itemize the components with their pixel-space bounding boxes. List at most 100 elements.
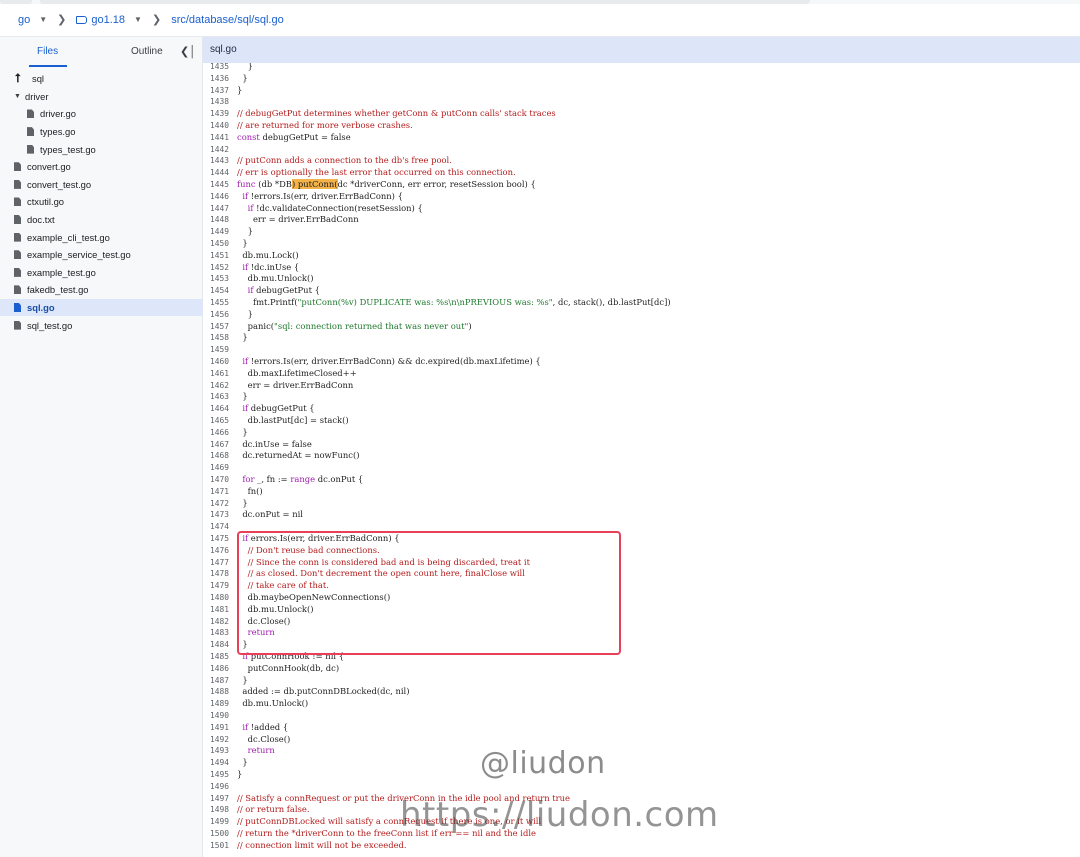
line-number[interactable]: 1447 <box>210 203 234 215</box>
file-tree-item[interactable]: ⭡ sql <box>0 70 203 88</box>
file-tree-item[interactable]: driver.go <box>0 105 203 123</box>
file-tree-item[interactable]: example_cli_test.go <box>0 228 203 246</box>
line-number[interactable]: 1461 <box>210 368 234 380</box>
line-number[interactable]: 1442 <box>210 144 234 156</box>
line-number[interactable]: 1500 <box>210 828 234 840</box>
code-token: !added { <box>248 721 289 732</box>
line-number[interactable]: 1456 <box>210 309 234 321</box>
file-tree-item[interactable]: ▼ driver <box>0 88 203 106</box>
line-number[interactable]: 1487 <box>210 675 234 687</box>
line-number[interactable]: 1480 <box>210 592 234 604</box>
file-icon <box>14 197 21 207</box>
line-number[interactable]: 1440 <box>210 120 234 132</box>
line-number[interactable]: 1470 <box>210 474 234 486</box>
tab-files[interactable]: Files <box>37 46 58 57</box>
line-number[interactable]: 1472 <box>210 498 234 510</box>
line-number[interactable]: 1451 <box>210 250 234 262</box>
line-number[interactable]: 1491 <box>210 722 234 734</box>
line-number[interactable]: 1468 <box>210 450 234 462</box>
line-number[interactable]: 1473 <box>210 509 234 521</box>
line-number[interactable]: 1449 <box>210 226 234 238</box>
file-tree-item[interactable]: ctxutil.go <box>0 193 203 211</box>
line-number[interactable]: 1496 <box>210 781 234 793</box>
line-number[interactable]: 1457 <box>210 321 234 333</box>
line-number[interactable]: 1466 <box>210 427 234 439</box>
line-number[interactable]: 1439 <box>210 108 234 120</box>
file-tree-item[interactable]: sql_test.go <box>0 316 203 334</box>
line-number[interactable]: 1437 <box>210 85 234 97</box>
code-token: fn() <box>237 485 263 496</box>
file-tree-item[interactable]: fakedb_test.go <box>0 281 203 299</box>
line-number[interactable]: 1477 <box>210 557 234 569</box>
line-number[interactable]: 1501 <box>210 840 234 852</box>
line-number[interactable]: 1464 <box>210 403 234 415</box>
file-tree-item[interactable]: types_test.go <box>0 140 203 158</box>
line-number[interactable]: 1471 <box>210 486 234 498</box>
line-number[interactable]: 1499 <box>210 816 234 828</box>
line-number[interactable]: 1444 <box>210 167 234 179</box>
code-view[interactable]: 1435 } 1436 } 1437} 1438 1439// debugGetPut … <box>203 63 1080 857</box>
line-number[interactable]: 1474 <box>210 521 234 533</box>
editor-file-tab[interactable]: sql.go <box>203 37 1080 63</box>
line-number[interactable]: 1448 <box>210 214 234 226</box>
line-number[interactable]: 1481 <box>210 604 234 616</box>
line-number[interactable]: 1489 <box>210 698 234 710</box>
line-number[interactable]: 1483 <box>210 627 234 639</box>
line-number[interactable]: 1478 <box>210 568 234 580</box>
code-token: db.lastPut[dc] = stack() <box>237 415 349 425</box>
file-tree-item[interactable]: convert_test.go <box>0 176 203 194</box>
line-number[interactable]: 1441 <box>210 132 234 144</box>
line-number[interactable]: 1458 <box>210 332 234 344</box>
line-number[interactable]: 1443 <box>210 155 234 167</box>
line-number[interactable]: 1435 <box>210 63 234 73</box>
breadcrumb-version[interactable]: go1.18 <box>91 14 125 26</box>
line-number[interactable]: 1462 <box>210 380 234 392</box>
file-tree-item[interactable]: doc.txt <box>0 211 203 229</box>
line-number[interactable]: 1452 <box>210 262 234 274</box>
line-number[interactable]: 1482 <box>210 616 234 628</box>
line-number[interactable]: 1463 <box>210 391 234 403</box>
line-number[interactable]: 1436 <box>210 73 234 85</box>
breadcrumb-repo[interactable]: go <box>18 14 30 26</box>
line-number[interactable]: 1498 <box>210 804 234 816</box>
line-number[interactable]: 1495 <box>210 769 234 781</box>
collapse-panel-icon[interactable]: ❮│ <box>180 45 196 58</box>
line-number[interactable]: 1438 <box>210 96 234 108</box>
file-sidebar: Files Outline ❮│ ⭡ sql ▼ driver driver.go typ… <box>0 37 203 857</box>
file-tree-item-label: sql <box>32 73 44 85</box>
line-number[interactable]: 1465 <box>210 415 234 427</box>
line-number[interactable]: 1492 <box>210 734 234 746</box>
line-number[interactable]: 1476 <box>210 545 234 557</box>
line-number[interactable]: 1469 <box>210 462 234 474</box>
file-tree-item-label: example_cli_test.go <box>27 231 110 243</box>
line-number[interactable]: 1454 <box>210 285 234 297</box>
line-number[interactable]: 1490 <box>210 710 234 722</box>
line-number[interactable]: 1484 <box>210 639 234 651</box>
line-number[interactable]: 1446 <box>210 191 234 203</box>
line-number[interactable]: 1485 <box>210 651 234 663</box>
line-number[interactable]: 1475 <box>210 533 234 545</box>
tab-outline[interactable]: Outline <box>131 46 163 57</box>
line-number[interactable]: 1494 <box>210 757 234 769</box>
line-number[interactable]: 1445 <box>210 179 234 191</box>
file-tree-item[interactable]: example_test.go <box>0 264 203 282</box>
line-number[interactable]: 1459 <box>210 344 234 356</box>
line-number[interactable]: 1479 <box>210 580 234 592</box>
line-number[interactable]: 1453 <box>210 273 234 285</box>
line-number[interactable]: 1467 <box>210 439 234 451</box>
code-line: 1473 dc.onPut = nil <box>203 509 1080 521</box>
line-number[interactable]: 1455 <box>210 297 234 309</box>
line-number[interactable]: 1486 <box>210 663 234 675</box>
file-tree-item[interactable]: sql.go <box>0 298 203 317</box>
chevron-down-icon[interactable]: ▼ <box>134 15 142 24</box>
file-tree-item[interactable]: types.go <box>0 123 203 141</box>
line-number[interactable]: 1493 <box>210 745 234 757</box>
line-number[interactable]: 1460 <box>210 356 234 368</box>
chevron-down-icon[interactable]: ▼ <box>39 15 47 24</box>
file-tree-item[interactable]: example_service_test.go <box>0 246 203 264</box>
line-number[interactable]: 1497 <box>210 793 234 805</box>
breadcrumb-path[interactable]: src/database/sql/sql.go <box>171 14 284 26</box>
line-number[interactable]: 1488 <box>210 686 234 698</box>
line-number[interactable]: 1450 <box>210 238 234 250</box>
file-tree-item[interactable]: convert.go <box>0 158 203 176</box>
